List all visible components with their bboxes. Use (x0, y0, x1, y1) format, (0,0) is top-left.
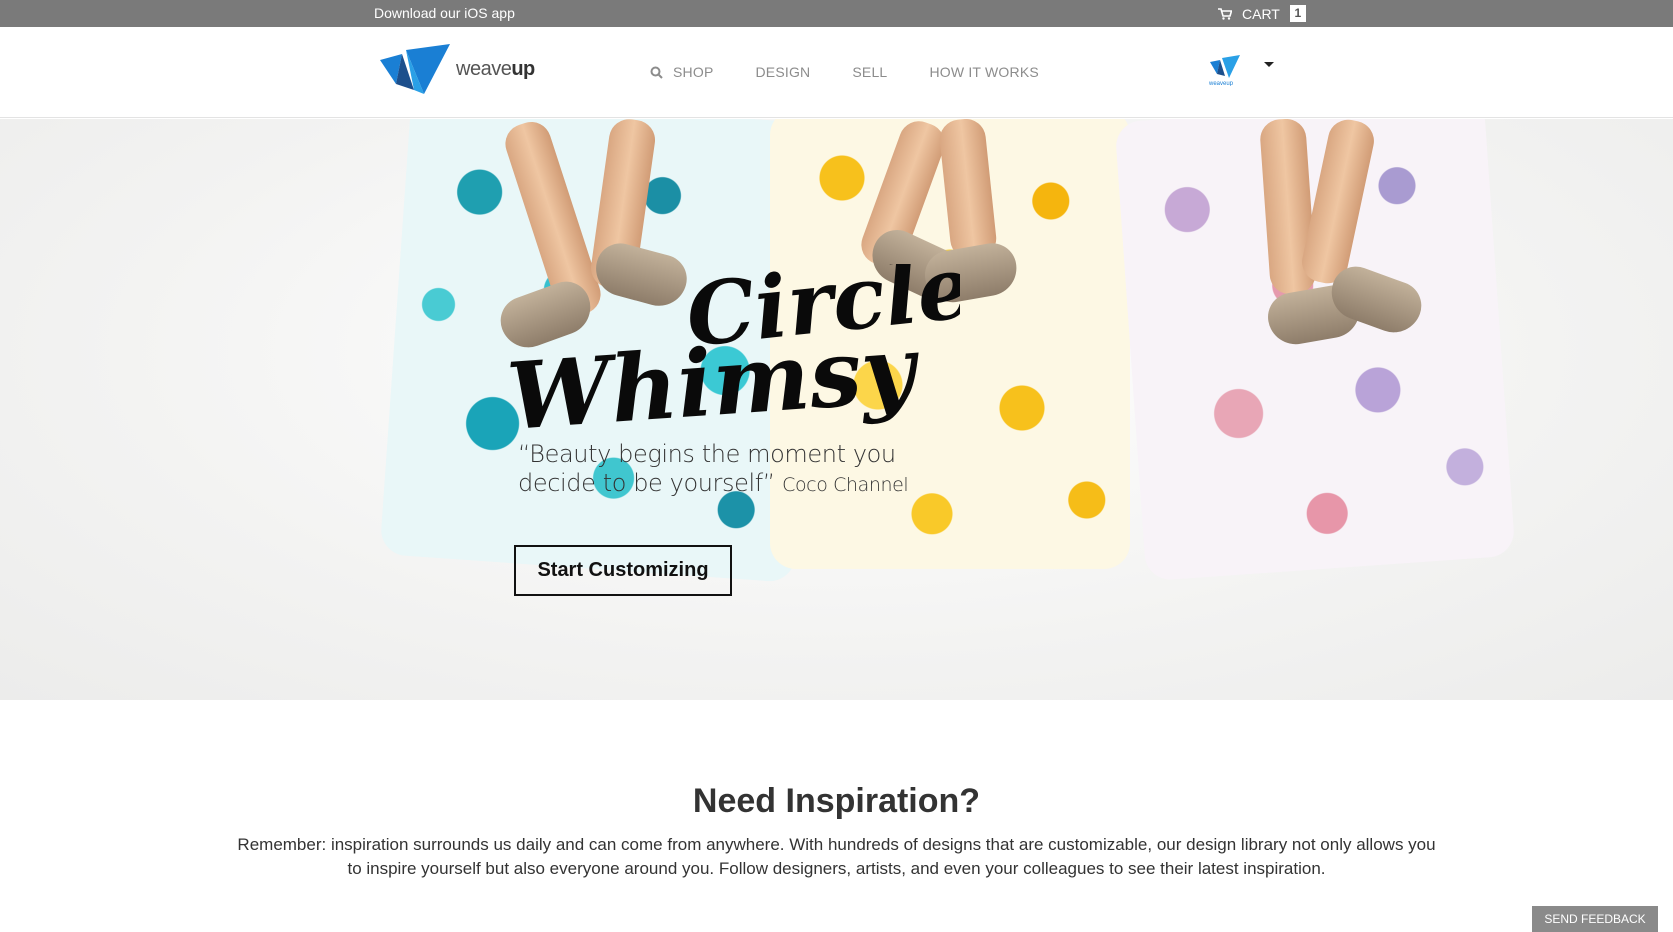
start-customizing-button[interactable]: Start Customizing (514, 545, 732, 596)
nav-design[interactable]: DESIGN (755, 64, 810, 80)
cart-icon (1218, 7, 1232, 20)
top-bar: Download our iOS app CART 1 (0, 0, 1673, 27)
nav-how-it-works[interactable]: HOW IT WORKS (929, 64, 1038, 80)
logo-wordmark-bold: up (511, 57, 535, 80)
nav-shop-label: SHOP (673, 64, 714, 80)
nav-shop[interactable]: SHOP (650, 64, 713, 80)
inspiration-heading: Need Inspiration? (692, 782, 981, 820)
hero-banner: Circle Whimsy “Beauty begins the moment … (0, 119, 1673, 700)
pink-pillow-image (1114, 119, 1516, 582)
user-avatar: weaveup (1208, 55, 1240, 86)
cart-count-badge: 1 (1289, 5, 1306, 22)
cart-button[interactable]: CART 1 (1218, 5, 1306, 22)
weaveup-logo-icon (380, 44, 450, 94)
logo-wordmark-light: weave (456, 57, 512, 80)
ios-app-link[interactable]: Download our iOS app (374, 5, 515, 21)
site-header: weaveup SHOP DESIGN SELL HOW IT WORKS we… (0, 27, 1673, 118)
chevron-down-icon (1264, 61, 1274, 67)
user-menu[interactable]: weaveup (1206, 54, 1274, 86)
weaveup-logo[interactable]: weaveup (380, 44, 535, 94)
logo-wordmark: weaveup (456, 58, 535, 81)
hero-quote: “Beauty begins the moment you decide to … (518, 440, 938, 500)
hero-script-line-2: Whimsy (504, 314, 924, 451)
main-nav: SHOP DESIGN SELL HOW IT WORKS (650, 64, 1081, 80)
cart-label: CART (1242, 5, 1280, 22)
search-icon (650, 66, 663, 79)
hero-script-title: Circle Whimsy (504, 264, 960, 451)
send-feedback-button[interactable]: SEND FEEDBACK (1532, 906, 1658, 932)
nav-sell[interactable]: SELL (852, 64, 887, 80)
inspiration-text: Remember: inspiration surrounds us daily… (237, 835, 1436, 878)
hero-quote-author: Coco Channel (782, 474, 909, 496)
user-avatar-text: weaveup (1208, 81, 1234, 86)
